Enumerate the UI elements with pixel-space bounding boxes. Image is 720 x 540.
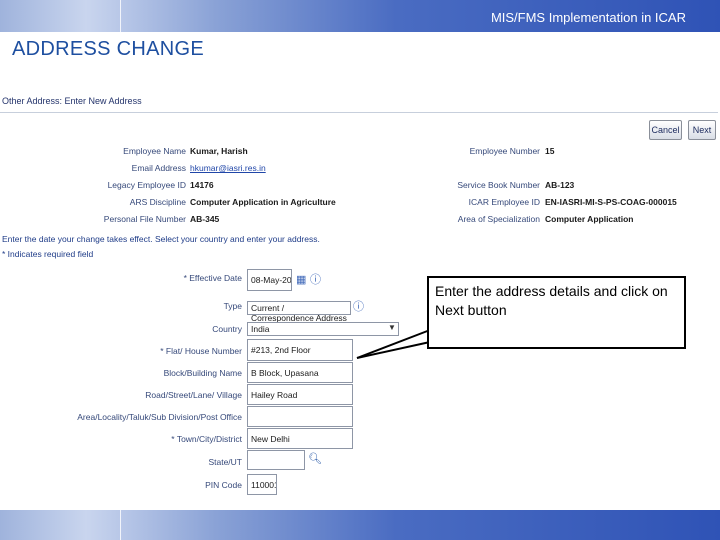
email-link[interactable]: hkumar@iasri.res.in	[190, 163, 266, 173]
flat-label: * Flat/ House Number	[160, 346, 242, 356]
icar-id-value: EN-IASRI-MI-S-PS-COAG-000015	[545, 197, 677, 207]
building-label: Block/Building Name	[163, 368, 242, 378]
service-book-label: Service Book Number	[457, 180, 540, 190]
region-title: Other Address: Enter New Address	[2, 96, 142, 106]
flat-input[interactable]: #213, 2nd Floor	[247, 339, 353, 361]
legacy-id-label: Legacy Employee ID	[107, 180, 186, 190]
building-input[interactable]: B Block, Upasana	[247, 362, 353, 383]
discipline-label: ARS Discipline	[129, 197, 186, 207]
service-book-value: AB-123	[545, 180, 575, 190]
pin-input[interactable]: 110001	[247, 474, 277, 495]
area-input[interactable]	[247, 406, 353, 427]
bottom-banner	[0, 510, 720, 540]
country-select[interactable]: India	[247, 322, 399, 336]
icar-id-label: ICAR Employee ID	[468, 197, 540, 207]
next-button[interactable]: Next	[688, 120, 716, 140]
employee-name-value: Kumar, Harish	[190, 146, 248, 156]
country-label: Country	[212, 324, 242, 334]
pin-label: PIN Code	[205, 480, 242, 490]
instruction-text: Enter the date your change takes effect.…	[2, 234, 320, 244]
effective-date-label: * Effective Date	[183, 273, 242, 283]
road-input[interactable]: Hailey Road	[247, 384, 353, 405]
specialization-label: Area of Specialization	[457, 214, 540, 224]
employee-number-value: 15	[545, 146, 555, 156]
top-banner: MIS/FMS Implementation in ICAR	[0, 0, 720, 32]
effective-date-input[interactable]: 08-May-2013	[247, 269, 292, 291]
calendar-icon[interactable]: ▦	[296, 273, 306, 286]
type-label: Type	[223, 301, 242, 311]
state-label: State/UT	[208, 457, 242, 467]
callout-box: Enter the address details and click on N…	[427, 276, 686, 349]
chevron-down-icon[interactable]: ▼	[388, 323, 396, 332]
state-input[interactable]	[247, 450, 305, 470]
legacy-id-value: 14176	[190, 180, 214, 190]
town-label: * Town/City/District	[171, 434, 242, 444]
pfn-label: Personal File Number	[103, 214, 186, 224]
page-title: ADDRESS CHANGE	[12, 38, 205, 60]
town-input[interactable]: New Delhi	[247, 428, 353, 449]
cancel-button[interactable]: Cancel	[649, 120, 682, 140]
employee-number-label: Employee Number	[469, 146, 540, 156]
type-select[interactable]: Current / Correspondence Address	[247, 301, 351, 323]
road-label: Road/Street/Lane/ Village	[145, 390, 242, 400]
discipline-value: Computer Application in Agriculture	[190, 197, 336, 207]
info-icon[interactable]: ⓘ	[310, 271, 321, 287]
required-note: * Indicates required field	[2, 249, 94, 259]
specialization-value: Computer Application	[545, 214, 634, 224]
employee-name-label: Employee Name	[123, 146, 186, 156]
email-label: Email Address	[131, 163, 186, 173]
pfn-value: AB-345	[190, 214, 220, 224]
banner-divider	[120, 510, 121, 540]
banner-title: MIS/FMS Implementation in ICAR	[490, 10, 686, 25]
area-label: Area/Locality/Taluk/Sub Division/Post Of…	[77, 412, 242, 422]
info-icon[interactable]: ⓘ	[353, 298, 364, 314]
region-divider	[0, 112, 718, 113]
search-icon[interactable]: 🔍︎	[308, 452, 322, 465]
banner-divider	[120, 0, 121, 32]
